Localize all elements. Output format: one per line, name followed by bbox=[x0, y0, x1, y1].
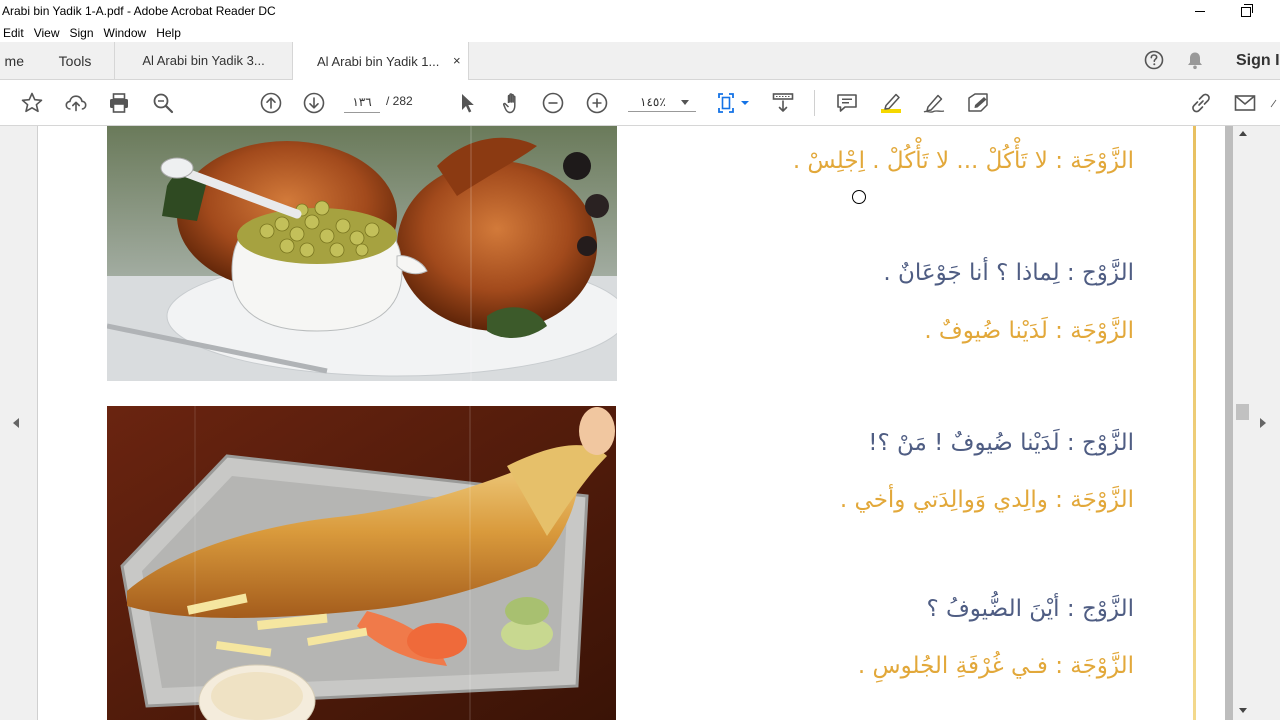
highlight-icon[interactable] bbox=[879, 91, 903, 115]
close-tab-icon[interactable]: × bbox=[453, 53, 461, 68]
dialogue-line: الزَّوْج : أيْنَ الضُّيوفُ ؟ bbox=[926, 596, 1134, 622]
window-title: Arabi bin Yadik 1-A.pdf - Adobe Acrobat … bbox=[2, 4, 276, 18]
menu-bar: Edit View Sign Window Help bbox=[0, 23, 1280, 42]
tab-bar: me Tools Al Arabi bin Yadik 3... Al Arab… bbox=[0, 42, 1280, 80]
dialogue-line: الزَّوْجَة : والِدي وَوالِدَتي وأخي . bbox=[839, 487, 1134, 513]
menu-edit[interactable]: Edit bbox=[0, 26, 29, 40]
restore-button[interactable] bbox=[1223, 0, 1269, 23]
title-bar: Arabi bin Yadik 1-A.pdf - Adobe Acrobat … bbox=[0, 0, 1280, 23]
dialogue-line: الزَّوْج : لَدَيْنا ضُيوفٌ ! مَنْ ؟! bbox=[868, 430, 1134, 456]
tab-home-label: me bbox=[4, 52, 24, 69]
dialogue-line: الزَّوْج : لِماذا ؟ أنا جَوْعَانٌ . bbox=[883, 260, 1134, 286]
document-area: الزَّوْجَة : لا تَأْكُلْ ... لا تَأْكُلْ… bbox=[0, 126, 1280, 720]
dialogue-line: الزَّوْجَة : فـي غُرْفَةِ الجُلوسِ . bbox=[857, 653, 1134, 679]
scroll-up-icon[interactable] bbox=[1239, 131, 1247, 136]
cloud-upload-icon[interactable] bbox=[64, 91, 88, 115]
zoom-dropdown-icon[interactable] bbox=[681, 100, 689, 105]
help-icon[interactable] bbox=[1144, 50, 1164, 70]
menu-window[interactable]: Window bbox=[99, 26, 152, 40]
select-cursor-icon[interactable] bbox=[455, 91, 479, 115]
scroll-mode-icon[interactable] bbox=[771, 91, 795, 115]
scroll-down-icon[interactable] bbox=[1239, 708, 1247, 713]
fried-fish-photo bbox=[107, 406, 616, 720]
tab-document-1[interactable]: Al Arabi bin Yadik 3... bbox=[115, 42, 293, 79]
menu-sign[interactable]: Sign bbox=[64, 26, 98, 40]
more-tools-icon[interactable] bbox=[1268, 91, 1280, 115]
page-down-icon[interactable] bbox=[302, 91, 326, 115]
dialogue-line: الزَّوْجَة : لا تَأْكُلْ ... لا تَأْكُلْ… bbox=[792, 148, 1134, 174]
tab-document-1-label: Al Arabi bin Yadik 3... bbox=[142, 53, 265, 68]
sign-in-link[interactable]: Sign In bbox=[1236, 52, 1280, 70]
zoom-in-icon[interactable] bbox=[585, 91, 609, 115]
menu-help[interactable]: Help bbox=[151, 26, 186, 40]
fill-sign-icon[interactable] bbox=[966, 91, 990, 115]
print-icon[interactable] bbox=[107, 91, 131, 115]
share-link-icon[interactable] bbox=[1189, 91, 1213, 115]
page-up-icon[interactable] bbox=[259, 91, 283, 115]
roast-chicken-photo bbox=[107, 126, 617, 381]
expand-right-icon bbox=[1260, 418, 1266, 428]
comment-icon[interactable] bbox=[835, 91, 859, 115]
page-total: / 282 bbox=[386, 94, 413, 108]
pdf-page: الزَّوْجَة : لا تَأْكُلْ ... لا تَأْكُلْ… bbox=[38, 126, 1225, 720]
minimize-button[interactable] bbox=[1177, 0, 1223, 23]
tab-document-2[interactable]: Al Arabi bin Yadik 1... × bbox=[293, 42, 469, 80]
tab-tools-label: Tools bbox=[58, 52, 92, 69]
email-icon[interactable] bbox=[1233, 91, 1257, 115]
vertical-scrollbar[interactable] bbox=[1233, 126, 1252, 720]
scroll-thumb[interactable] bbox=[1236, 404, 1249, 420]
expand-left-icon bbox=[13, 418, 19, 428]
tab-document-2-label: Al Arabi bin Yadik 1... bbox=[317, 53, 440, 69]
bell-icon[interactable] bbox=[1186, 51, 1204, 70]
hand-tool-icon[interactable] bbox=[498, 91, 522, 115]
tab-home[interactable]: me bbox=[0, 42, 24, 79]
zoom-out-icon[interactable] bbox=[541, 91, 565, 115]
toolbar: ١٣٦ / 282 ١٤٥٪ bbox=[0, 80, 1280, 126]
fit-page-icon[interactable] bbox=[716, 91, 750, 115]
toolbar-separator bbox=[814, 90, 815, 116]
dialogue-line: الزَّوْجَة : لَدَيْنا ضُيوفٌ . bbox=[924, 318, 1134, 344]
page-number-field[interactable]: ١٣٦ bbox=[344, 92, 380, 113]
left-panel-toggle[interactable] bbox=[0, 126, 38, 720]
minimize-icon bbox=[1195, 11, 1205, 12]
sign-pen-icon[interactable] bbox=[922, 91, 946, 115]
restore-icon bbox=[1241, 3, 1253, 17]
star-icon[interactable] bbox=[20, 91, 44, 115]
zoom-magnifier-icon[interactable] bbox=[151, 91, 175, 115]
menu-view[interactable]: View bbox=[29, 26, 65, 40]
tab-tools[interactable]: Tools bbox=[36, 42, 115, 79]
mouse-cursor bbox=[852, 190, 866, 204]
page-border-line bbox=[1193, 126, 1196, 720]
right-panel-toggle[interactable] bbox=[1252, 126, 1280, 720]
